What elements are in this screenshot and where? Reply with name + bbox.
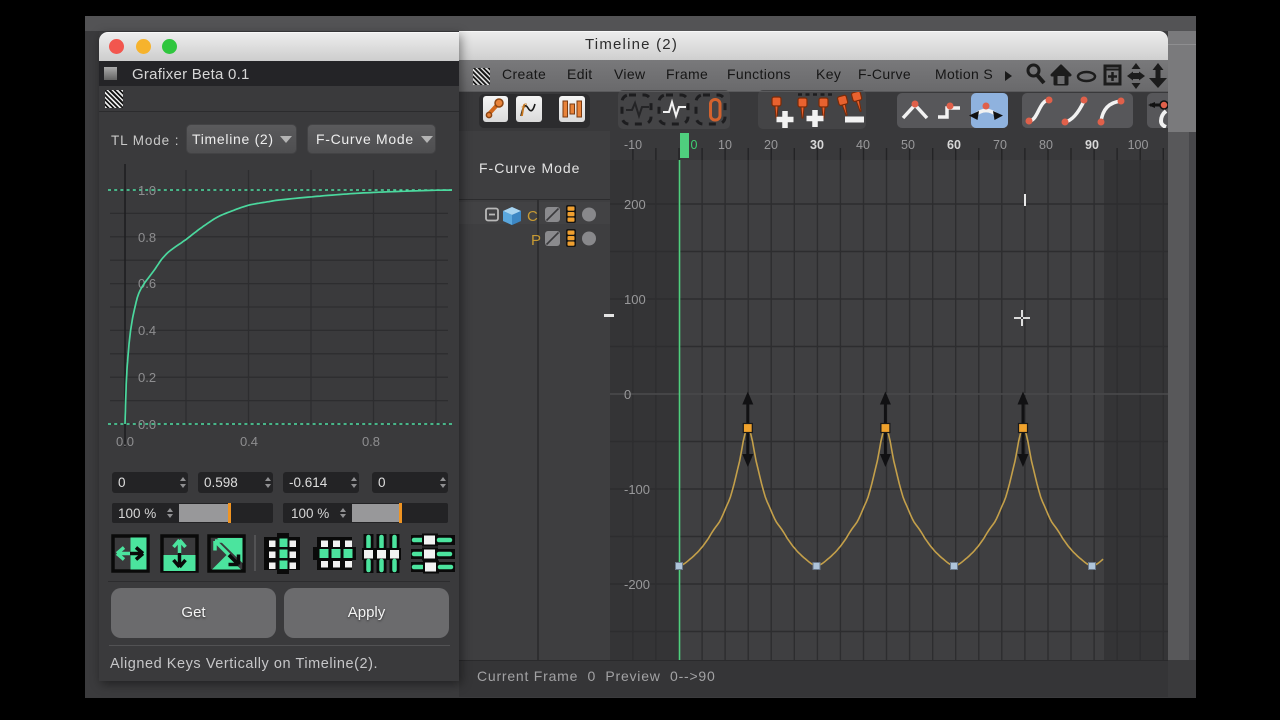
svg-text:0.8: 0.8 (138, 230, 156, 245)
svg-text:30: 30 (810, 138, 824, 152)
svg-text:0.2: 0.2 (138, 370, 156, 385)
svg-text:200: 200 (624, 197, 646, 212)
svg-text:-10: -10 (624, 138, 642, 152)
svg-text:40: 40 (856, 138, 870, 152)
svg-text:100: 100 (1128, 138, 1149, 152)
svg-text:f: f (521, 102, 527, 117)
svg-text:90: 90 (1085, 138, 1099, 152)
svg-text:0.4: 0.4 (240, 434, 258, 449)
svg-text:20: 20 (764, 138, 778, 152)
svg-text:100: 100 (624, 292, 646, 307)
svg-text:80: 80 (1039, 138, 1053, 152)
svg-text:-200: -200 (624, 577, 650, 592)
svg-text:0: 0 (691, 138, 698, 152)
svg-text:0.0: 0.0 (138, 417, 156, 432)
svg-text:70: 70 (993, 138, 1007, 152)
svg-text:C: C (527, 208, 538, 225)
svg-text:50: 50 (901, 138, 915, 152)
svg-text:0.4: 0.4 (138, 323, 156, 338)
svg-text:-100: -100 (624, 482, 650, 497)
svg-text:P: P (531, 232, 541, 249)
svg-text:1.0: 1.0 (138, 183, 156, 198)
svg-text:60: 60 (947, 138, 961, 152)
svg-text:0.0: 0.0 (116, 434, 134, 449)
svg-text:10: 10 (718, 138, 732, 152)
svg-text:0.8: 0.8 (362, 434, 380, 449)
svg-text:0: 0 (624, 387, 631, 402)
